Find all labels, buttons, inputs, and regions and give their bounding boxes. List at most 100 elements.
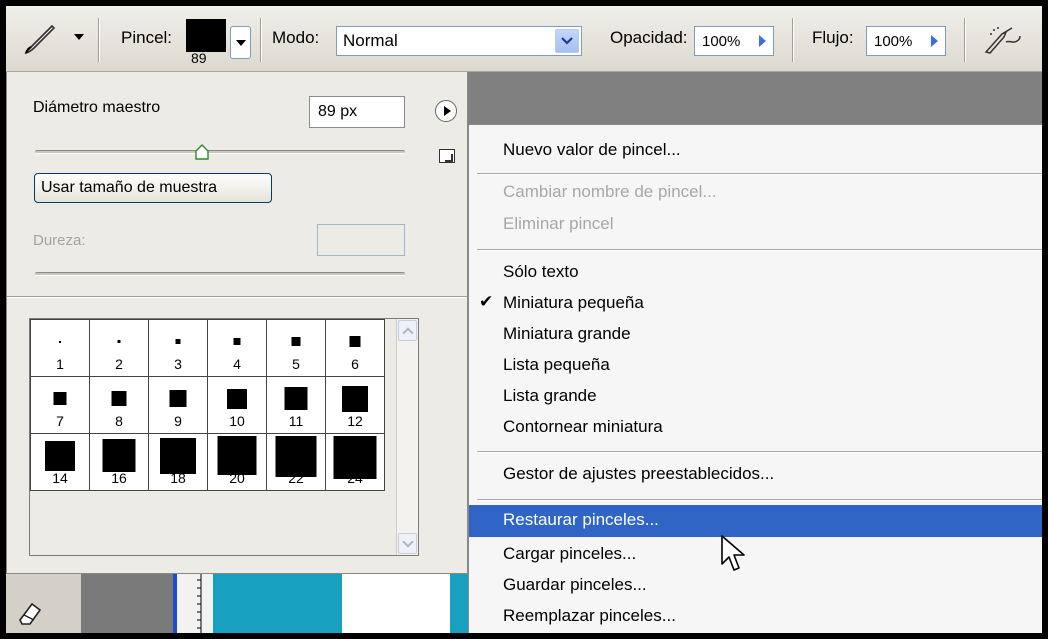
workspace-background <box>466 72 1042 124</box>
brush-preset-cell[interactable]: 6 <box>325 319 385 377</box>
brush-preset-size: 5 <box>292 356 300 372</box>
document-canvas[interactable] <box>342 566 450 633</box>
preset-scrollbar[interactable] <box>396 319 418 555</box>
chevron-down-icon <box>401 535 414 548</box>
menu-item-preset-manager[interactable]: Gestor de ajustes preestablecidos... <box>469 459 1042 491</box>
menu-separator <box>477 173 1042 175</box>
document-canvas[interactable] <box>450 566 470 633</box>
brush-preset-cell[interactable]: 12 <box>325 376 385 434</box>
brush-tip-icon <box>342 385 368 412</box>
menu-item-text-only[interactable]: Sólo texto <box>469 257 1042 289</box>
toolbar-divider <box>98 18 100 62</box>
panel-menu-button[interactable] <box>435 100 457 122</box>
menu-item-reset-brushes[interactable]: Restaurar pinceles... <box>469 505 1042 537</box>
brush-tip-icon <box>227 388 247 409</box>
brush-panel-menu: Nuevo valor de pincel... Cambiar nombre … <box>468 124 1042 633</box>
workspace-background <box>81 566 173 633</box>
brush-preset-size: 6 <box>351 356 359 372</box>
brush-preset-cell[interactable]: 24 <box>325 433 385 491</box>
play-arrow-icon <box>930 35 938 47</box>
brush-tip-icon <box>169 390 187 407</box>
brush-picker-button[interactable] <box>230 26 251 59</box>
menu-item-large-list[interactable]: Lista grande <box>469 381 1042 413</box>
opacity-slider-button[interactable] <box>753 30 771 52</box>
brush-preset-cell[interactable]: 3 <box>148 319 208 377</box>
brush-preset-cell[interactable]: 10 <box>207 376 267 434</box>
save-preset-icon[interactable] <box>439 149 455 163</box>
use-sample-size-button[interactable]: Usar tamaño de muestra <box>34 173 272 203</box>
screenshot-frame: Pincel: 89 Modo: Normal Opacidad: 100% F… <box>6 6 1042 633</box>
menu-item-stroke-thumbnail[interactable]: Contornear miniatura <box>469 412 1042 444</box>
mode-value: Normal <box>343 31 398 50</box>
brush-tool-icon[interactable] <box>24 24 56 54</box>
menu-item-load-brushes[interactable]: Cargar pinceles... <box>469 539 1042 571</box>
menu-item-new-brush[interactable]: Nuevo valor de pincel... <box>469 135 1042 167</box>
flow-label: Flujo: <box>812 28 854 47</box>
scroll-up-button[interactable] <box>398 320 417 341</box>
chevron-down-icon <box>235 39 246 46</box>
brush-preset-cell[interactable]: 22 <box>266 433 326 491</box>
brush-preset-cell[interactable]: 11 <box>266 376 326 434</box>
menu-item-small-thumbnail[interactable]: ✔ Miniatura pequeña <box>469 288 1042 320</box>
opacity-input[interactable]: 100% <box>694 26 774 56</box>
brush-preset-cell[interactable]: 9 <box>148 376 208 434</box>
brush-tip-icon <box>349 336 361 347</box>
menu-separator <box>477 499 1042 501</box>
tool-preset-dropdown[interactable] <box>74 34 84 40</box>
brush-preset-cell[interactable]: 2 <box>89 319 149 377</box>
slider-thumb-icon[interactable] <box>194 144 209 160</box>
brush-preset-size: 10 <box>229 413 245 429</box>
brush-tip-icon <box>117 340 121 343</box>
eraser-icon[interactable] <box>16 598 46 626</box>
brush-preset-table: 1 2 3 4 5 6 7 8 9 10 11 12 14 16 18 20 22 24 <box>30 319 385 491</box>
play-arrow-icon <box>443 106 451 116</box>
menu-item-replace-brushes[interactable]: Reemplazar pinceles... <box>469 601 1042 633</box>
brush-tip-icon <box>53 392 67 405</box>
toolbar-divider <box>260 18 262 62</box>
opacity-label: Opacidad: <box>610 28 688 47</box>
master-diameter-input[interactable]: 89 px <box>309 96 405 128</box>
brush-preset-cell[interactable]: 14 <box>30 433 90 491</box>
chevron-down-icon[interactable] <box>555 29 579 53</box>
menu-item-rename-brush: Cambiar nombre de pincel... <box>503 182 717 201</box>
menu-item-small-list[interactable]: Lista pequeña <box>469 350 1042 382</box>
toolbar-divider <box>792 18 794 62</box>
panel-divider <box>7 296 467 298</box>
brush-tip-icon <box>284 387 308 410</box>
menu-item-label: Miniatura pequeña <box>503 293 644 312</box>
flow-slider-button[interactable] <box>925 30 943 52</box>
document-canvas[interactable] <box>213 566 342 633</box>
brush-preview[interactable] <box>186 19 226 52</box>
brush-tip-icon <box>175 339 181 344</box>
scroll-down-button[interactable] <box>398 533 417 554</box>
brush-preset-cell[interactable]: 7 <box>30 376 90 434</box>
brush-tip-icon <box>111 391 127 406</box>
menu-separator <box>477 451 1042 453</box>
brush-preset-cell[interactable]: 20 <box>207 433 267 491</box>
menu-separator <box>477 249 1042 251</box>
brush-preset-size: 7 <box>56 413 64 429</box>
brush-preset-cell[interactable]: 5 <box>266 319 326 377</box>
master-diameter-slider[interactable] <box>35 150 405 154</box>
menu-item-large-thumbnail[interactable]: Miniatura grande <box>469 319 1042 351</box>
mode-select[interactable]: Normal <box>336 26 582 56</box>
brush-preset-size: 14 <box>52 470 68 486</box>
menu-item-save-brushes[interactable]: Guardar pinceles... <box>469 570 1042 602</box>
airbrush-icon[interactable] <box>982 24 1022 56</box>
menu-item-delete-brush: Eliminar pincel <box>503 214 614 233</box>
brush-tip-icon <box>102 439 136 472</box>
brush-preset-size: 18 <box>170 470 186 486</box>
master-diameter-label: Diámetro maestro <box>33 99 161 116</box>
hardness-label: Dureza: <box>33 232 86 249</box>
brush-preset-size: 24 <box>347 470 363 486</box>
brush-preset-cell[interactable]: 8 <box>89 376 149 434</box>
brush-preset-cell[interactable]: 1 <box>30 319 90 377</box>
hardness-input <box>317 224 405 256</box>
brush-preset-cell[interactable]: 4 <box>207 319 267 377</box>
play-arrow-icon <box>758 35 766 47</box>
brush-preset-cell[interactable]: 18 <box>148 433 208 491</box>
ruler <box>173 566 213 633</box>
brush-preset-cell[interactable]: 16 <box>89 433 149 491</box>
flow-input[interactable]: 100% <box>866 26 946 56</box>
mode-label: Modo: <box>272 28 320 47</box>
